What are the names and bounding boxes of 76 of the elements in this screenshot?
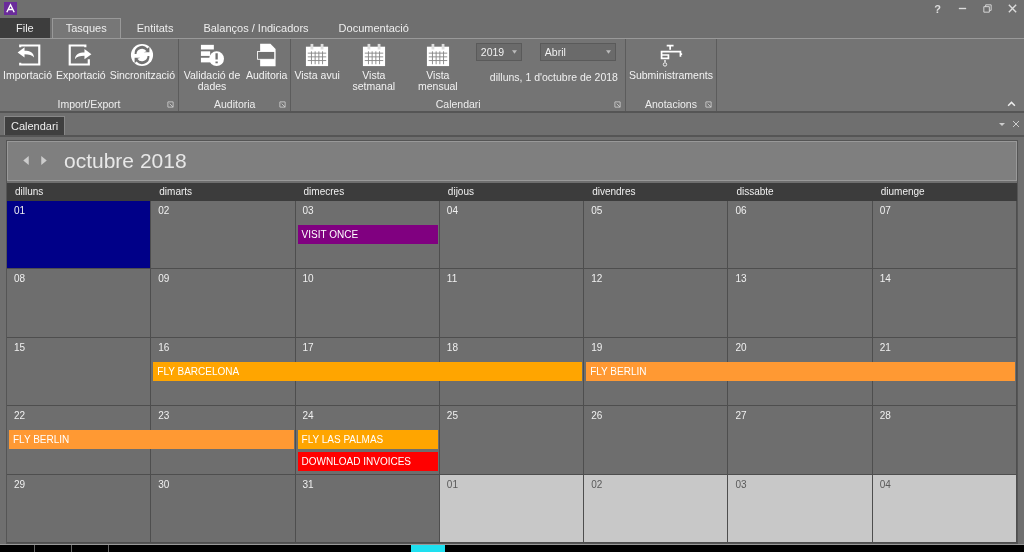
day-cell[interactable]: 29 [7, 474, 152, 543]
close-icon[interactable] [1007, 3, 1018, 15]
day-cell[interactable]: 01 [439, 474, 585, 543]
restore-icon[interactable] [982, 3, 993, 15]
collapse-ribbon-icon[interactable] [1007, 99, 1016, 107]
day-cell[interactable]: 07 [872, 200, 1017, 270]
ribbon-button[interactable]: Subministraments [626, 40, 715, 83]
selected-date-label: dilluns, 1 d'octubre de 2018 [488, 70, 618, 83]
weekday-header: dimecres [302, 184, 346, 199]
next-month-icon[interactable] [40, 155, 48, 167]
day-cell[interactable]: 03 [728, 474, 873, 543]
calendar-icon [424, 42, 451, 67]
day-cell[interactable]: 11 [439, 269, 585, 338]
month-title: octubre 2018 [64, 148, 187, 173]
dialog-launcher-icon[interactable] [279, 100, 287, 108]
weekday-header: dissabte [735, 184, 775, 199]
calendar-event[interactable]: DOWNLOAD INVOICES [297, 452, 438, 472]
ribbon-button[interactable]: Auditoria [244, 40, 290, 83]
day-cell[interactable]: 28 [872, 406, 1017, 475]
group-label: Auditoria [214, 97, 256, 110]
sync-icon [129, 42, 156, 67]
help-button[interactable]: ? [932, 3, 943, 15]
caret-icon[interactable] [511, 49, 517, 54]
day-cell[interactable]: 30 [151, 474, 296, 543]
ribbon-button[interactable]: Vista avui [292, 40, 342, 83]
day-cell[interactable]: 01 [7, 200, 152, 270]
day-cell[interactable]: 10 [295, 269, 440, 338]
day-cell[interactable]: 06 [728, 200, 873, 270]
day-cell[interactable]: 12 [584, 269, 729, 338]
day-cell[interactable]: 04 [872, 474, 1017, 543]
ribbon-button[interactable]: Exportació [54, 40, 108, 83]
ribbon-button[interactable]: Validació de dades [180, 40, 244, 94]
day-cell[interactable]: 15 [7, 337, 152, 407]
ribbon-button[interactable]: Importació [1, 40, 55, 83]
ribbon-tab[interactable]: Tasques [51, 17, 121, 38]
previous-month-icon[interactable] [22, 155, 30, 167]
calendar-icon [360, 42, 387, 67]
ribbon-tab[interactable]: Documentació [324, 17, 423, 38]
caret-icon[interactable] [605, 49, 611, 54]
day-cell[interactable]: 31 [295, 474, 440, 543]
app-logo-icon [4, 2, 17, 16]
weekday-header: divendres [591, 184, 637, 199]
arrow-out-of-box-icon [67, 42, 94, 67]
ribbon-tab[interactable]: Entitats [122, 17, 188, 38]
warning-list-icon [199, 42, 225, 67]
group-label: Import/Export [57, 97, 121, 110]
day-cell[interactable]: 27 [728, 406, 873, 475]
weekday-header: diumenge [879, 184, 926, 199]
dialog-launcher-icon[interactable] [167, 100, 174, 108]
day-cell[interactable]: 09 [151, 269, 296, 338]
day-cell[interactable]: 05 [584, 200, 729, 270]
ribbon-tab[interactable]: Balanços / Indicadors [189, 17, 323, 38]
day-cell[interactable]: 02 [151, 200, 296, 270]
dialog-launcher-icon[interactable] [704, 100, 712, 108]
day-cell[interactable]: 04 [439, 200, 585, 270]
dialog-launcher-icon[interactable] [613, 100, 621, 108]
year-dropdown[interactable]: 2019 [475, 42, 522, 61]
file-menu-tab[interactable]: File [0, 17, 50, 38]
close-icon[interactable] [1012, 119, 1020, 128]
ribbon-button[interactable]: Vista mensual [405, 40, 470, 94]
weekday-header: dilluns [14, 184, 45, 199]
calendar-icon [304, 42, 331, 67]
day-cell[interactable]: 14 [872, 269, 1017, 338]
group-label: Anotacions [644, 97, 697, 110]
document-tab[interactable]: Calendari [4, 115, 66, 135]
weekday-header: dijous [446, 184, 475, 199]
day-cell[interactable]: 08 [7, 269, 152, 338]
weekday-header: dimarts [158, 184, 194, 199]
ribbon-button[interactable]: Sincronització [107, 40, 177, 83]
day-cell[interactable]: 13 [728, 269, 873, 338]
day-cell[interactable]: 02 [584, 474, 729, 543]
day-cell[interactable]: 26 [584, 406, 729, 475]
group-label: Calendari [435, 97, 481, 110]
day-cell[interactable]: 25 [439, 406, 585, 475]
month-dropdown[interactable]: Abril [539, 42, 616, 61]
ribbon-button[interactable]: Vista setmanal [341, 40, 406, 94]
